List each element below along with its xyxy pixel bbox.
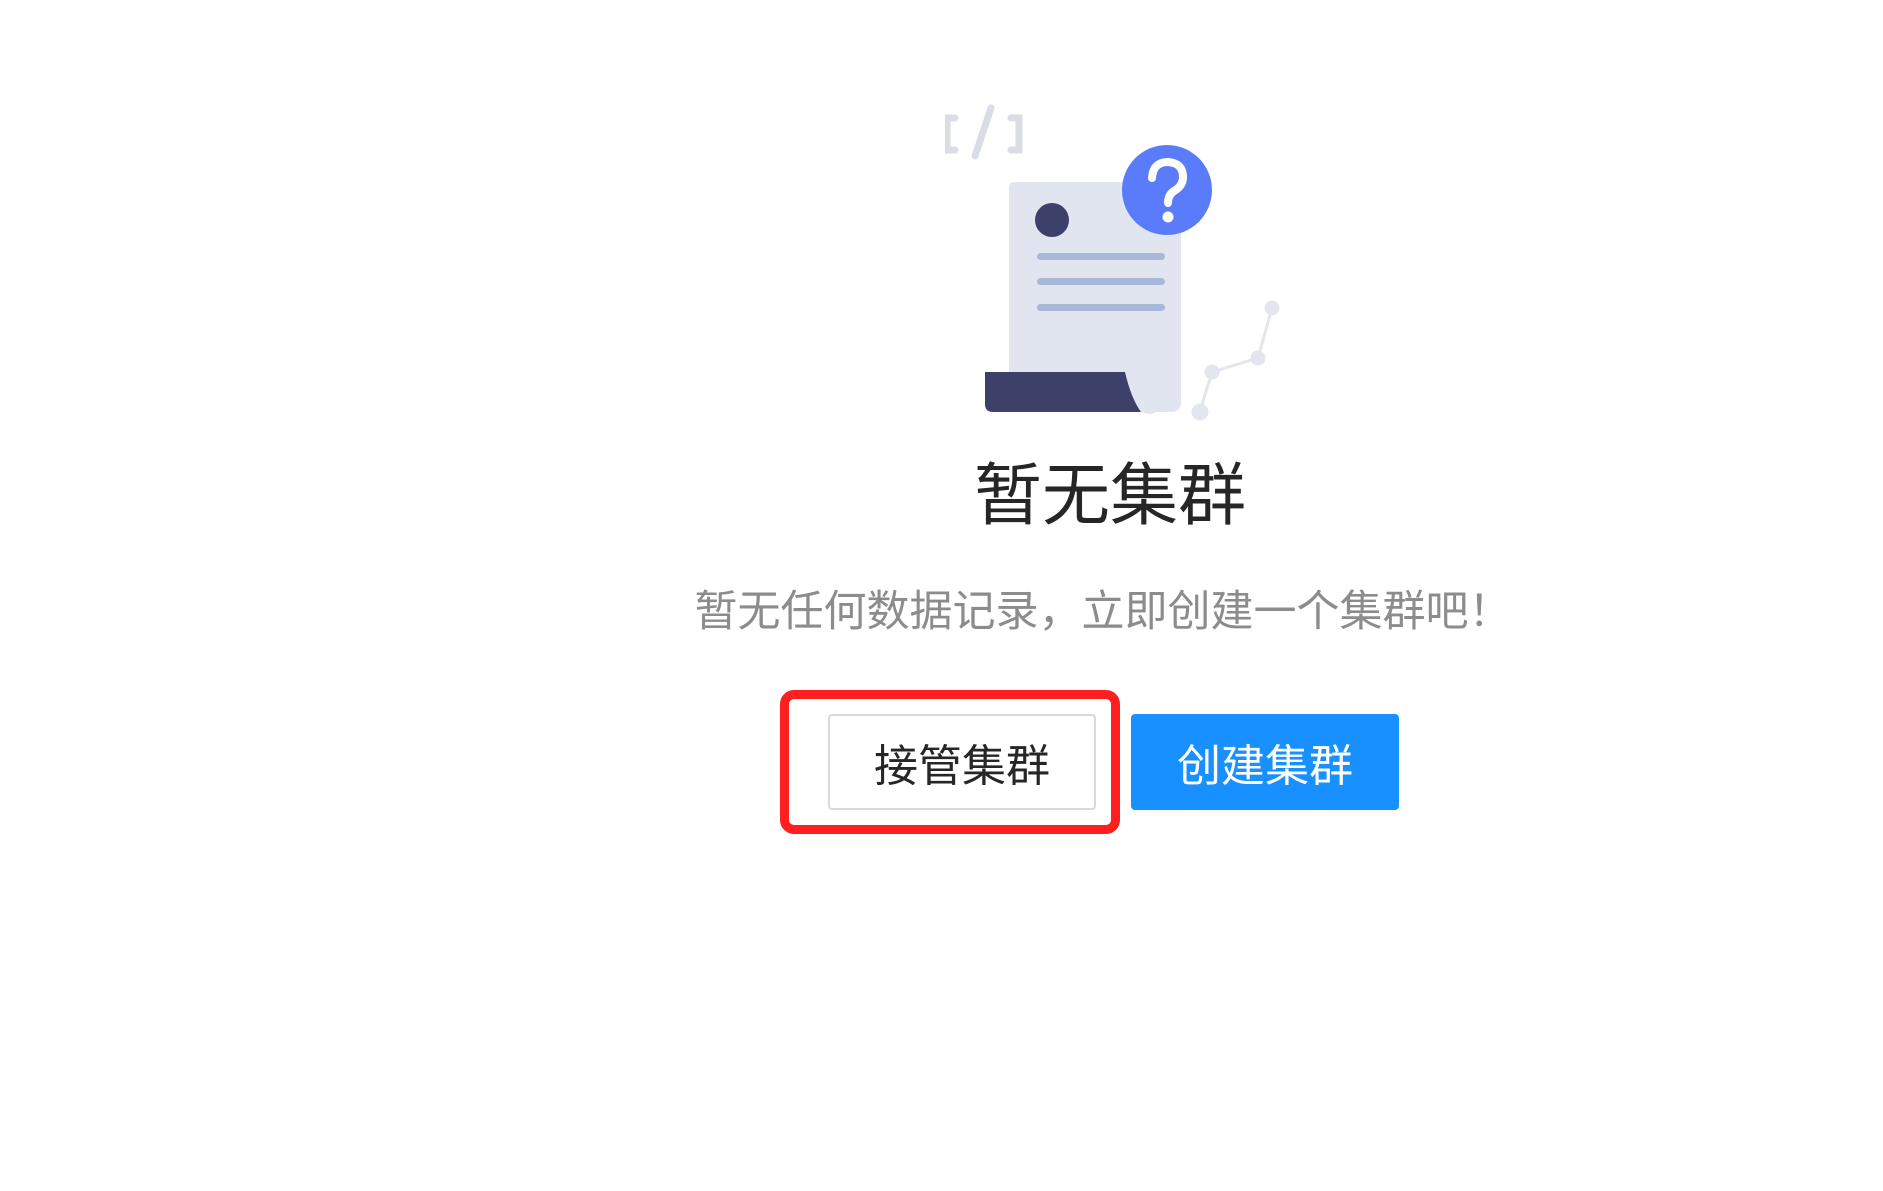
dots-line-decoration [1191, 300, 1280, 421]
question-mark-icon [1122, 145, 1212, 235]
create-cluster-button[interactable]: 创建集群 [1131, 714, 1399, 810]
empty-state-description: 暂无任何数据记录，立即创建一个集群吧！ [694, 587, 1512, 637]
code-bracket-icon [945, 104, 1023, 160]
takeover-cluster-button[interactable]: 接管集群 [828, 714, 1096, 810]
empty-cluster-illustration [945, 104, 1280, 421]
empty-state-title: 暂无集群 [973, 457, 1246, 536]
